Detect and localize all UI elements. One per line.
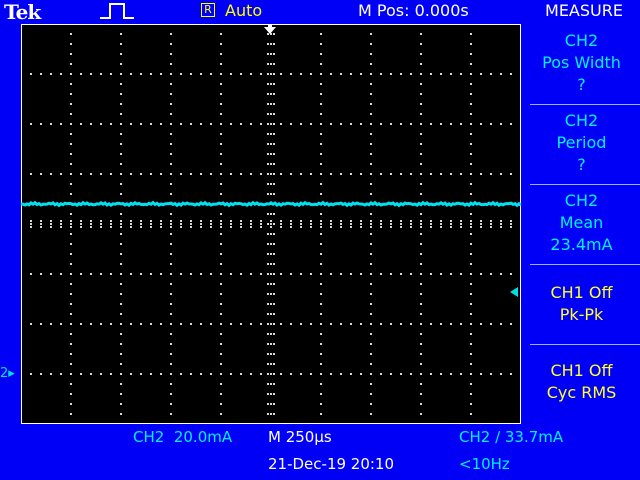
menu-divider [530,264,640,265]
date-time: 21-Dec-19 20:10 [268,455,395,473]
trigger-mode: Auto [225,1,263,20]
trigger-readout: CH2 ∕ 33.7mA [459,428,564,446]
frequency-readout: <10Hz [459,455,510,473]
horizontal-position: M Pos: 0.000s [358,1,469,20]
trigger-status-indicator: R [201,3,215,17]
menu-divider [530,184,640,185]
measure-slot-1[interactable]: CH2 Pos Width ? [523,30,640,96]
trigger-level-marker [510,287,518,297]
pulse-icon [100,3,134,19]
measure-slot-5[interactable]: CH1 Off Cyc RMS [523,360,640,404]
graticule-display [21,24,521,424]
menu-divider [530,104,640,105]
timebase-readout: M 250µs [268,428,332,446]
ch2-ground-marker: 2▸ [0,366,15,381]
graticule-grid [21,24,521,424]
menu-divider [530,344,640,345]
trigger-position-marker [264,24,276,34]
measure-side-menu: CH2 Pos Width ? CH2 Period ? CH2 Mean 23… [523,22,640,430]
menu-title: MEASURE [545,1,623,20]
measure-slot-4[interactable]: CH1 Off Pk-Pk [523,282,640,326]
measure-slot-3[interactable]: CH2 Mean 23.4mA [523,190,640,256]
ch2-vertical-scale: CH2 20.0mA [133,428,233,446]
measure-slot-2[interactable]: CH2 Period ? [523,110,640,176]
brand-logo: Tek [4,0,41,24]
